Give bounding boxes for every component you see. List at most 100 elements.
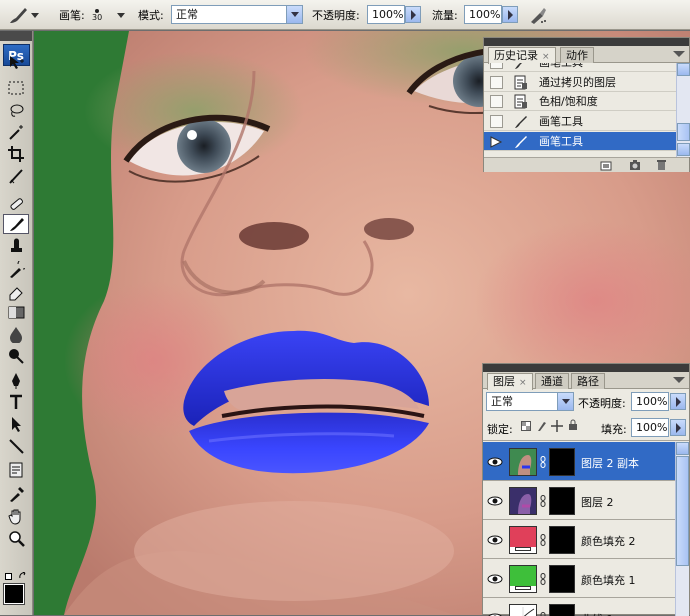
tab-channels[interactable]: 通道 [535, 373, 569, 389]
link-icon[interactable] [540, 534, 546, 546]
swap-colors-icon[interactable] [19, 572, 29, 582]
scroll-up-button[interactable] [676, 442, 689, 455]
lock-image-icon[interactable] [536, 420, 547, 432]
layer-thumbnail[interactable] [509, 487, 537, 515]
history-brush-tool[interactable] [3, 260, 29, 280]
chevron-down-icon[interactable] [116, 10, 126, 20]
layer-mask-thumbnail[interactable] [549, 604, 575, 616]
eye-icon[interactable] [487, 495, 503, 507]
type-tool[interactable] [3, 392, 29, 412]
brush-tool[interactable] [3, 214, 29, 234]
layer-row[interactable]: 颜色填充 2 [483, 520, 675, 559]
eye-icon[interactable] [487, 456, 503, 468]
blend-mode-select[interactable]: 正常 [486, 392, 574, 411]
history-state[interactable]: 画笔工具 [484, 132, 676, 151]
panel-menu-icon[interactable] [672, 49, 686, 59]
history-state[interactable]: 色相/饱和度 [484, 92, 676, 111]
layer-thumbnail[interactable] [509, 565, 537, 593]
close-icon[interactable]: × [519, 378, 527, 388]
fill-input[interactable]: 100% [631, 418, 669, 437]
tab-history[interactable]: 历史记录× [488, 47, 556, 64]
hand-tool[interactable] [3, 506, 29, 526]
tab-paths[interactable]: 路径 [571, 373, 605, 389]
magic-wand-tool[interactable] [3, 122, 29, 142]
move-tool[interactable] [3, 52, 29, 72]
lock-position-icon[interactable] [551, 420, 563, 432]
history-source-checkbox[interactable] [490, 115, 503, 128]
layer-row[interactable]: 颜色填充 1 [483, 559, 675, 598]
layer-thumbnail[interactable] [509, 448, 537, 476]
lock-transparency-icon[interactable] [521, 421, 531, 431]
layer-mask-thumbnail[interactable] [549, 487, 575, 515]
panel-titlebar[interactable] [483, 364, 689, 372]
brush-size-picker[interactable]: 30 [92, 0, 102, 30]
dodge-tool[interactable] [3, 346, 29, 366]
link-icon[interactable] [540, 573, 546, 585]
layer-row[interactable]: 图层 2 副本 [483, 442, 675, 481]
tab-layers[interactable]: 图层× [487, 373, 533, 390]
flow-input[interactable]: 100% [464, 5, 502, 24]
history-scrollbar[interactable] [676, 63, 690, 157]
blur-tool[interactable] [3, 324, 29, 344]
history-source-checkbox[interactable] [490, 95, 503, 108]
scroll-down-button[interactable] [677, 143, 690, 156]
healing-brush-tool[interactable] [3, 194, 29, 214]
new-document-from-state-icon[interactable] [600, 160, 612, 171]
history-source-checkbox[interactable] [490, 63, 503, 69]
panel-titlebar[interactable] [484, 38, 689, 46]
gradient-tool[interactable] [3, 302, 29, 322]
marquee-tool[interactable] [3, 78, 29, 98]
layer-thumbnail[interactable] [509, 526, 537, 554]
path-selection-tool[interactable] [3, 414, 29, 434]
trash-icon[interactable] [656, 159, 667, 171]
close-icon[interactable]: × [542, 52, 550, 62]
slice-tool[interactable] [3, 166, 29, 186]
history-state[interactable]: 画笔工具 [484, 63, 676, 72]
toolbox-grip[interactable] [0, 31, 32, 41]
line-tool[interactable] [3, 436, 29, 456]
notes-tool[interactable] [3, 460, 29, 480]
layers-scrollbar[interactable] [675, 442, 689, 616]
history-state[interactable]: 通过拷贝的图层 [484, 73, 676, 92]
flow-slider-button[interactable] [502, 6, 518, 23]
camera-icon[interactable] [629, 159, 641, 171]
link-icon[interactable] [540, 612, 546, 616]
layer-thumbnail[interactable] [509, 604, 537, 616]
mode-select[interactable]: 正常 [171, 5, 303, 24]
link-icon[interactable] [540, 456, 546, 468]
zoom-tool[interactable] [3, 528, 29, 548]
scroll-up-button[interactable] [677, 63, 690, 76]
foreground-color[interactable] [4, 584, 24, 604]
history-source-checkbox[interactable] [490, 76, 503, 89]
layer-mask-thumbnail[interactable] [549, 526, 575, 554]
eye-icon[interactable] [487, 612, 503, 616]
history-source-icon[interactable] [490, 136, 503, 148]
brush-preset-picker[interactable] [6, 0, 40, 30]
opacity-input[interactable]: 100% [367, 5, 405, 24]
default-colors-icon[interactable] [5, 573, 12, 580]
eye-icon[interactable] [487, 534, 503, 546]
fill-slider-button[interactable] [670, 419, 686, 436]
layer-row[interactable]: 曲线 1 [483, 598, 675, 616]
layer-row[interactable]: 图层 2 [483, 481, 675, 520]
lasso-tool[interactable] [3, 100, 29, 120]
history-state[interactable]: 画笔工具 [484, 112, 676, 131]
crop-tool[interactable] [3, 144, 29, 164]
scroll-thumb[interactable] [676, 456, 689, 566]
layer-opacity-slider-button[interactable] [670, 393, 686, 410]
layer-mask-thumbnail[interactable] [549, 565, 575, 593]
lock-all-icon[interactable] [568, 419, 578, 431]
link-icon[interactable] [540, 495, 546, 507]
clone-stamp-tool[interactable] [3, 236, 29, 256]
layer-opacity-input[interactable]: 100% [631, 392, 669, 411]
tab-actions[interactable]: 动作 [560, 47, 594, 63]
layer-mask-thumbnail[interactable] [549, 448, 575, 476]
panel-menu-icon[interactable] [672, 375, 686, 385]
eye-icon[interactable] [487, 573, 503, 585]
airbrush-toggle[interactable] [528, 0, 548, 30]
eraser-tool[interactable] [3, 282, 29, 302]
pen-tool[interactable] [3, 370, 29, 390]
scroll-thumb[interactable] [677, 123, 690, 141]
eyedropper-tool[interactable] [3, 484, 29, 504]
opacity-slider-button[interactable] [405, 6, 421, 23]
